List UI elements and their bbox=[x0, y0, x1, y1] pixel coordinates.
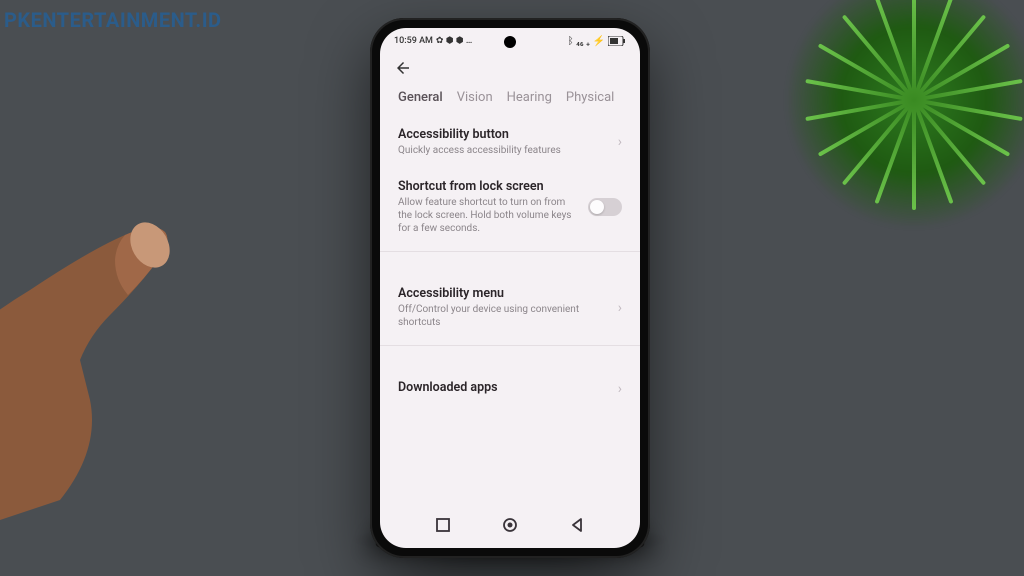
tab-general[interactable]: General bbox=[398, 90, 443, 105]
phone-frame: 10:59 AM ✿ ⬢ ⬢ … ᛒ ₄₆ ₊ ⚡ General Vision… bbox=[370, 18, 650, 558]
item-title: Downloaded apps bbox=[398, 380, 608, 395]
divider bbox=[380, 251, 640, 252]
item-sub: Quickly access accessibility features bbox=[398, 144, 608, 157]
tab-vision[interactable]: Vision bbox=[457, 90, 493, 105]
item-downloaded-apps[interactable]: Downloaded apps › bbox=[380, 370, 640, 409]
navigation-bar bbox=[380, 508, 640, 548]
chevron-right-icon: › bbox=[618, 381, 622, 397]
circle-icon bbox=[502, 517, 518, 533]
nav-recent-button[interactable] bbox=[434, 516, 452, 534]
item-shortcut-lock-screen[interactable]: Shortcut from lock screen Allow feature … bbox=[380, 169, 640, 247]
hand bbox=[0, 140, 240, 520]
toggle-shortcut-lock[interactable] bbox=[588, 198, 622, 216]
divider bbox=[380, 345, 640, 346]
tab-hearing[interactable]: Hearing bbox=[507, 90, 552, 105]
plant-decoration bbox=[784, 0, 1024, 230]
item-title: Accessibility button bbox=[398, 127, 608, 142]
status-left-icons: ✿ ⬢ ⬢ … bbox=[436, 36, 472, 46]
item-accessibility-menu[interactable]: Accessibility menu Off/Control your devi… bbox=[380, 276, 640, 341]
arrow-left-icon bbox=[394, 59, 412, 77]
phone-screen: 10:59 AM ✿ ⬢ ⬢ … ᛒ ₄₆ ₊ ⚡ General Vision… bbox=[380, 28, 640, 548]
front-camera bbox=[504, 36, 516, 48]
chevron-right-icon: › bbox=[618, 300, 622, 316]
settings-list: Accessibility button Quickly access acce… bbox=[380, 117, 640, 508]
back-button[interactable] bbox=[394, 58, 412, 82]
watermark-text: PKENTERTAINMENT.ID bbox=[0, 6, 226, 34]
battery-icon bbox=[608, 36, 626, 46]
tab-physical[interactable]: Physical bbox=[566, 90, 614, 105]
item-title: Accessibility menu bbox=[398, 286, 608, 301]
item-accessibility-button[interactable]: Accessibility button Quickly access acce… bbox=[380, 117, 640, 169]
nav-back-button[interactable] bbox=[568, 516, 586, 534]
square-icon bbox=[436, 518, 450, 532]
item-sub: Off/Control your device using convenient… bbox=[398, 303, 608, 329]
item-sub: Allow feature shortcut to turn on from t… bbox=[398, 196, 578, 235]
status-time: 10:59 AM bbox=[394, 36, 433, 46]
tabs: General Vision Hearing Physical bbox=[380, 88, 640, 117]
nav-home-button[interactable] bbox=[501, 516, 519, 534]
status-right-icons: ᛒ ₄₆ ₊ ⚡ bbox=[568, 36, 605, 47]
chevron-right-icon: › bbox=[618, 134, 622, 150]
triangle-left-icon bbox=[570, 518, 584, 532]
item-title: Shortcut from lock screen bbox=[398, 179, 578, 194]
